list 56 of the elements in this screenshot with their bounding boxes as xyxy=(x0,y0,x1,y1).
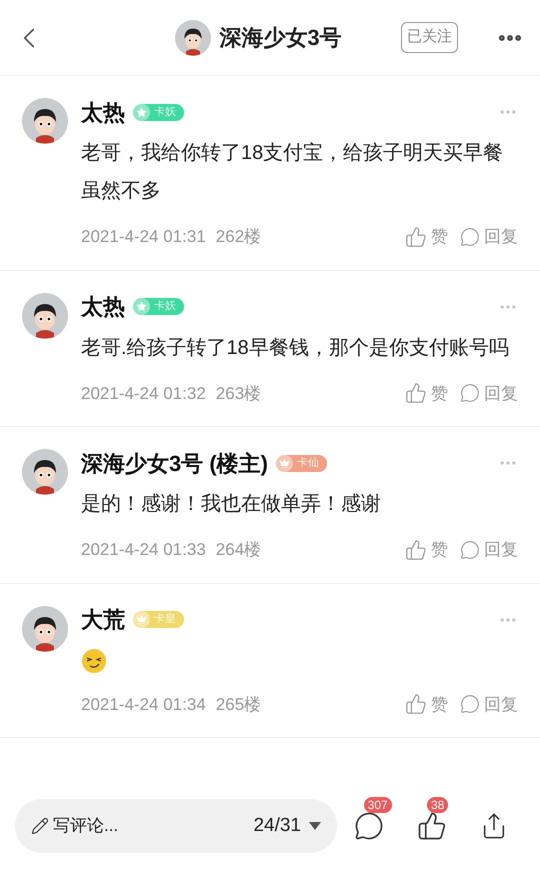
commenter-name: 太热 xyxy=(81,98,125,126)
thumbs-up-icon xyxy=(405,226,427,248)
speech-bubble-icon xyxy=(460,383,480,404)
comment-text: 是的！感谢！我也在做单弄！感谢 xyxy=(81,492,382,517)
level-badge: 卡妖 xyxy=(133,298,184,315)
comment-time: 2021-4-24 01:34 xyxy=(81,694,206,716)
like-icon[interactable] xyxy=(416,811,447,841)
star-icon xyxy=(136,106,147,118)
comment-icon[interactable] xyxy=(354,811,384,841)
crown-icon xyxy=(136,614,147,625)
comment-text: 老哥.给孩子转了18早餐钱，那个是你支付账号吗 xyxy=(81,336,510,360)
speech-bubble-icon xyxy=(460,226,480,247)
crown-icon xyxy=(279,458,290,468)
emoji-icon xyxy=(81,648,107,674)
speech-bubble-icon xyxy=(460,540,480,560)
floor-number: 263楼 xyxy=(216,382,262,404)
like-count: 38 xyxy=(426,797,448,813)
like-button[interactable]: 赞 xyxy=(405,692,448,717)
avatar-icon[interactable] xyxy=(22,449,68,495)
reply-button[interactable]: 回复 xyxy=(460,380,518,406)
floor-number: 265楼 xyxy=(216,694,262,716)
page-indicator[interactable]: 24/31 xyxy=(253,812,301,840)
floor-number: 264楼 xyxy=(216,539,262,561)
comment-field[interactable]: 写评论... 24/31 xyxy=(15,799,337,853)
thumbs-up-icon xyxy=(405,693,427,716)
floor-number: 262楼 xyxy=(216,226,262,248)
comment-time: 2021-4-24 01:33 xyxy=(81,539,206,561)
like-button[interactable]: 赞 xyxy=(405,380,448,406)
level-badge: 卡皇 xyxy=(133,611,184,628)
avatar-icon[interactable] xyxy=(22,292,68,338)
dropdown-icon[interactable] xyxy=(309,822,321,830)
comment-placeholder: 写评论... xyxy=(53,815,118,838)
commenter-name: 大荒 xyxy=(81,606,125,634)
speech-bubble-icon xyxy=(460,694,480,714)
reply-button[interactable]: 回复 xyxy=(460,537,518,562)
comment-time: 2021-4-24 01:31 xyxy=(81,226,206,248)
avatar-icon[interactable] xyxy=(22,606,68,652)
star-icon xyxy=(136,301,147,312)
pencil-icon xyxy=(31,817,49,835)
like-button[interactable]: 赞 xyxy=(405,224,448,250)
comment-count: 307 xyxy=(364,797,392,813)
commenter-name: 深海少女3号 (楼主) xyxy=(81,450,268,478)
avatar-icon[interactable] xyxy=(22,98,68,144)
level-badge: 卡妖 xyxy=(133,104,184,120)
follow-button[interactable]: 已关注 xyxy=(401,22,458,53)
header-title: 深海少女3号 xyxy=(219,24,342,52)
comment-text: 老哥，我给你转了18支付宝，给孩子明天买早餐虽然不多 xyxy=(81,141,504,204)
level-badge: 卡仙 xyxy=(276,454,327,472)
like-button[interactable]: 赞 xyxy=(405,537,448,562)
comment-time: 2021-4-24 01:32 xyxy=(81,382,206,404)
thumbs-up-icon xyxy=(405,382,427,404)
reply-button[interactable]: 回复 xyxy=(460,692,518,717)
commenter-name: 太热 xyxy=(81,293,125,321)
reply-button[interactable]: 回复 xyxy=(460,224,518,250)
thumbs-up-icon xyxy=(405,538,427,561)
avatar-icon[interactable] xyxy=(175,20,212,56)
